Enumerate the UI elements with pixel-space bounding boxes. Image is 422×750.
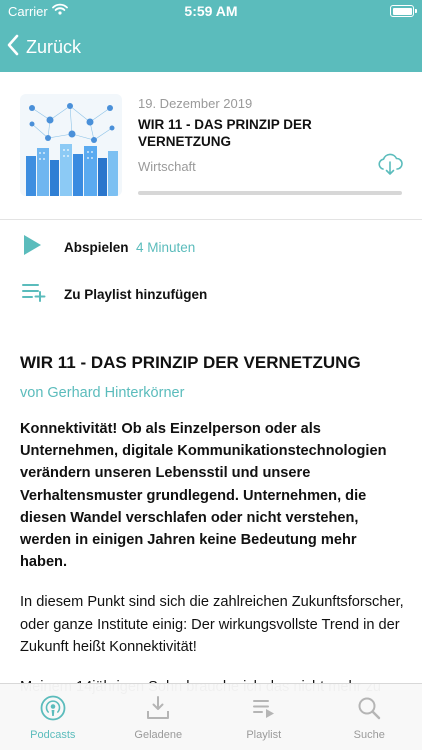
- episode-date: 19. Dezember 2019: [138, 96, 253, 111]
- episode-category: Wirtschaft: [138, 159, 196, 174]
- search-icon: [317, 694, 422, 722]
- back-button[interactable]: Zurück: [6, 33, 81, 61]
- tab-label: Suche: [353, 729, 385, 741]
- navigation-bar: Carrier 5:59 AM Zurück: [0, 0, 422, 72]
- back-label: Zurück: [26, 36, 82, 57]
- tab-label: Geladene: [134, 729, 183, 741]
- chevron-left-icon: [6, 34, 20, 61]
- add-to-playlist-label: Zu Playlist hinzufügen: [64, 286, 208, 302]
- tab-bar: Podcasts Geladene Playlist Suche: [0, 683, 422, 750]
- article-paragraph: In diesem Punkt sind sich die zahlreiche…: [20, 594, 404, 655]
- episode-header: 19. Dezember 2019 WIR 11 - DAS PRINZIP D…: [0, 72, 422, 220]
- episode-artwork[interactable]: [20, 94, 122, 196]
- article-title: WIR 11 - DAS PRINZIP DER VERNETZUNG: [20, 353, 361, 372]
- status-bar: Carrier 5:59 AM: [0, 0, 422, 24]
- episode-title: WIR 11 - DAS PRINZIP DER VERNETZUNG: [138, 117, 312, 149]
- play-row[interactable]: Abspielen 4 Minuten: [0, 224, 422, 270]
- tab-playlist[interactable]: Playlist: [211, 684, 317, 750]
- status-time: 5:59 AM: [184, 3, 238, 19]
- article-author[interactable]: von Gerhard Hinterkörner: [20, 383, 404, 403]
- tab-label: Podcasts: [30, 729, 76, 741]
- playlist-add-icon: [22, 282, 46, 307]
- download-tray-icon: [106, 694, 212, 722]
- battery-icon: [390, 5, 417, 17]
- episode-duration: 4 Minuten: [136, 239, 196, 255]
- play-icon: [22, 234, 42, 261]
- tab-podcasts[interactable]: Podcasts: [0, 684, 106, 750]
- play-label: Abspielen: [64, 239, 129, 255]
- add-to-playlist-row[interactable]: Zu Playlist hinzufügen: [0, 271, 422, 317]
- podcast-icon: [0, 694, 106, 722]
- tab-geladene[interactable]: Geladene: [106, 684, 212, 750]
- tab-suche[interactable]: Suche: [317, 684, 422, 750]
- playlist-icon: [211, 694, 317, 722]
- tab-label: Playlist: [246, 729, 282, 741]
- episode-description: WIR 11 - DAS PRINZIP DER VERNETZUNG von …: [20, 352, 404, 698]
- episode-progress-bar: [138, 191, 402, 195]
- article-lead: Konnektivität! Ob als Einzelperson oder …: [20, 421, 387, 571]
- cloud-download-icon[interactable]: [376, 152, 404, 181]
